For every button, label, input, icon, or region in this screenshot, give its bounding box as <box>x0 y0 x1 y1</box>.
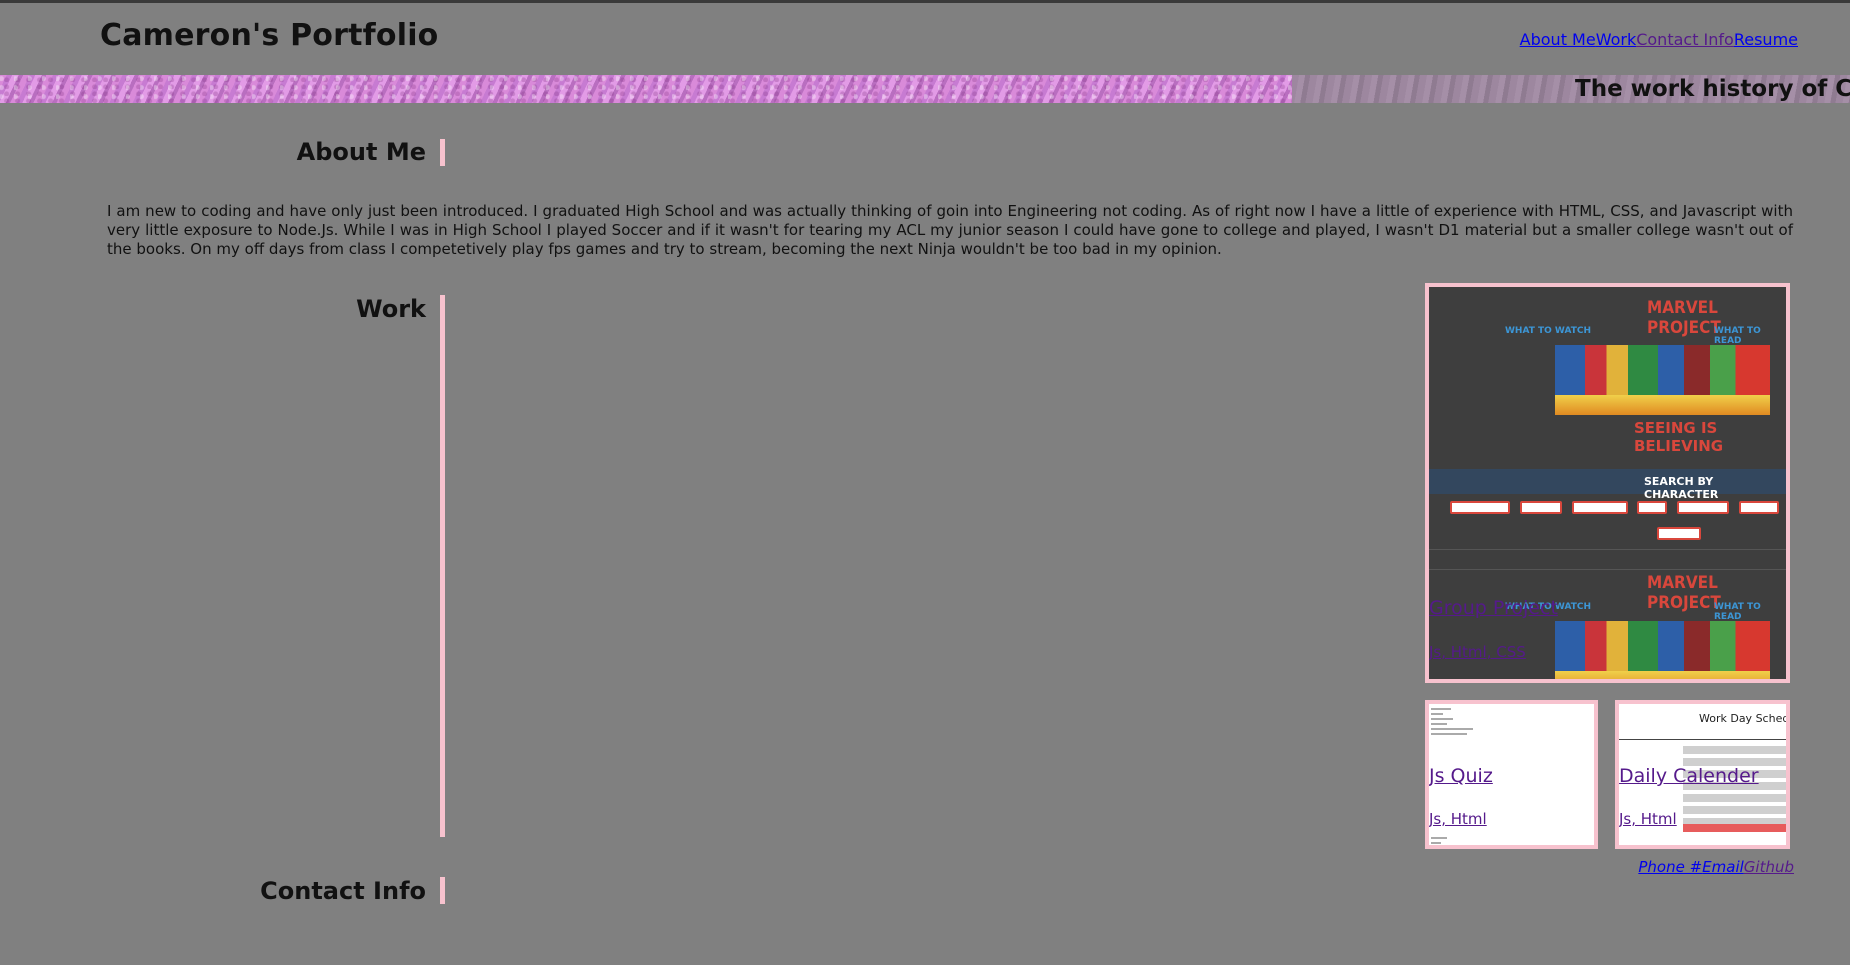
project-title-link[interactable]: Js Quiz <box>1429 765 1493 787</box>
contact-email-link[interactable]: Email <box>1702 858 1744 876</box>
top-border <box>0 0 1850 3</box>
marvel-pill <box>1450 501 1510 514</box>
marvel-pill <box>1637 501 1667 514</box>
project-tech-link[interactable]: Js, Html, CSS <box>1429 643 1526 661</box>
marvel-divider <box>1429 549 1786 550</box>
marvel-pill <box>1657 527 1701 540</box>
about-text: I am new to coding and have only just be… <box>107 202 1793 258</box>
contact-links: Phone #EmailGithub <box>1638 858 1794 876</box>
about-heading: About Me <box>296 138 426 166</box>
marvel-pill <box>1572 501 1628 514</box>
project-card-daily-calender[interactable]: Work Day Scheduler Daily Calender Js, Ht… <box>1615 700 1790 849</box>
contact-github-link[interactable]: Github <box>1744 858 1794 876</box>
marvel-divider <box>1429 569 1786 570</box>
nav-link-about-me[interactable]: About Me <box>1520 30 1596 49</box>
contact-divider <box>440 877 445 904</box>
hero-banner: The work history of Cam <box>0 75 1850 103</box>
site-title: Cameron's Portfolio <box>100 18 439 53</box>
marvel-nav-read: WHAT TO READ <box>1714 326 1761 346</box>
project-card-js-quiz[interactable]: Js Quiz Js, Html <box>1425 700 1598 849</box>
about-divider <box>440 139 445 166</box>
nav-link-resume[interactable]: Resume <box>1734 30 1798 49</box>
project-tech-link[interactable]: Js, Html <box>1619 810 1677 828</box>
banner-marquee-text: The work history of Cam <box>1575 76 1850 102</box>
marvel-pill <box>1520 501 1562 514</box>
nav-link-work[interactable]: Work <box>1596 30 1637 49</box>
marvel-heroes-image-repeat <box>1555 621 1770 679</box>
project-tech-link[interactable]: Js, Html <box>1429 810 1487 828</box>
project-card-group-project[interactable]: MARVEL PROJECT WHAT TO WATCH WHAT TO REA… <box>1425 283 1790 683</box>
contact-heading: Contact Info <box>260 877 426 905</box>
marvel-nav-read-repeat: WHAT TO READ <box>1714 602 1761 622</box>
marvel-heroes-image <box>1555 345 1770 415</box>
marvel-subheading: SEEING IS BELIEVING <box>1634 419 1724 455</box>
marvel-pill <box>1739 501 1779 514</box>
main-nav: About MeWorkContact InfoResume <box>1520 30 1798 49</box>
marvel-pill <box>1677 501 1729 514</box>
project-title-link[interactable]: Daily Calender <box>1619 765 1759 787</box>
project-title-link[interactable]: Group Project <box>1429 597 1558 619</box>
marvel-search-label: SEARCH BY CHARACTER <box>1644 475 1719 501</box>
work-divider <box>440 295 445 837</box>
nav-link-contact-info[interactable]: Contact Info <box>1636 30 1734 49</box>
work-heading: Work <box>356 295 426 323</box>
marvel-nav-watch: WHAT TO WATCH <box>1505 326 1591 336</box>
scheduler-title: Work Day Scheduler <box>1699 712 1790 725</box>
contact-phone-link[interactable]: Phone # <box>1638 858 1702 876</box>
scheduler-rule <box>1619 739 1786 740</box>
project-screenshot-marvel: MARVEL PROJECT WHAT TO WATCH WHAT TO REA… <box>1429 287 1786 679</box>
